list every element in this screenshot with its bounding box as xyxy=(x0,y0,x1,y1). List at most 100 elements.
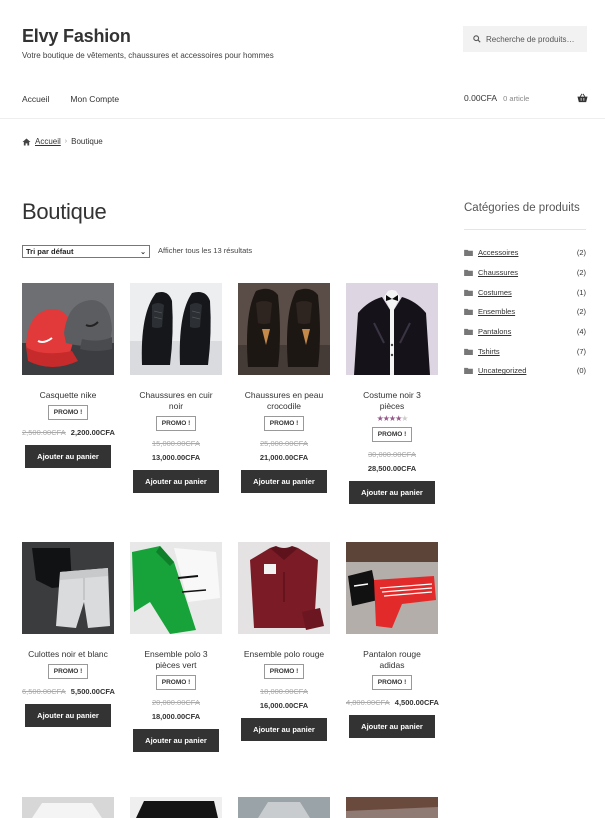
folder-icon xyxy=(464,309,473,316)
product-price: 18,000.00CFA 16,000.00CFA xyxy=(238,687,330,710)
add-to-cart-button[interactable]: Ajouter au panier xyxy=(241,470,327,493)
old-price: 6,500.00CFA xyxy=(22,687,66,696)
product-image[interactable] xyxy=(22,797,114,818)
cart-summary[interactable]: 0.00CFA 0 article xyxy=(464,93,588,103)
product-name[interactable]: Chaussures en cuir noir xyxy=(130,390,222,412)
product-image[interactable] xyxy=(130,283,222,375)
product-image[interactable] xyxy=(238,542,330,634)
product-price: 2,500.00CFA 2,200.00CFA xyxy=(22,428,115,437)
add-to-cart-button[interactable]: Ajouter au panier xyxy=(349,481,435,504)
sale-price: 5,500.00CFA xyxy=(70,687,115,696)
breadcrumb-home[interactable]: Accueil xyxy=(35,137,61,146)
add-to-cart-button[interactable]: Ajouter au panier xyxy=(241,718,327,741)
category-label[interactable]: Tshirts xyxy=(478,347,577,356)
category-count: (7) xyxy=(576,346,586,356)
product-name[interactable]: Pantalon rouge adidas xyxy=(346,649,438,671)
product-card: Chaussures en cuir noir PROMO ! 15,000.0… xyxy=(130,283,222,493)
sale-price: 28,500.00CFA xyxy=(367,464,417,473)
add-to-cart-button[interactable]: Ajouter au panier xyxy=(133,729,219,752)
category-count: (4) xyxy=(576,327,586,337)
product-name[interactable]: Ensemble polo rouge xyxy=(238,649,330,660)
folder-icon xyxy=(464,328,473,336)
product-image[interactable] xyxy=(238,283,330,375)
promo-badge: PROMO ! xyxy=(371,675,413,690)
category-label[interactable]: Uncategorized xyxy=(478,366,577,375)
sale-price: 21,000.00CFA xyxy=(259,453,309,462)
product-card: Pantalon rouge adidas PROMO ! 4,800.00CF… xyxy=(346,542,439,738)
product-card: Costume noir 3 pièces ★★★★★ PROMO ! 30,0… xyxy=(346,283,438,504)
sale-price: 13,000.00CFA xyxy=(151,453,201,462)
category-item[interactable]: Costumes (1) xyxy=(464,282,586,302)
category-item[interactable]: Ensembles (2) xyxy=(464,302,586,322)
product-price: 25,000.00CFA 21,000.00CFA xyxy=(238,439,330,462)
product-name[interactable]: Chaussures en peau crocodile xyxy=(238,390,330,412)
category-label[interactable]: Costumes xyxy=(478,288,577,297)
product-name[interactable]: Casquette nike xyxy=(22,390,114,401)
site-title[interactable]: Elvy Fashion xyxy=(22,26,131,47)
product-name[interactable]: Ensemble polo 3 pièces vert xyxy=(130,649,222,671)
promo-badge: PROMO ! xyxy=(263,664,305,679)
header-divider xyxy=(0,118,605,119)
promo-badge: PROMO ! xyxy=(47,405,89,420)
nav-item-mon-compte[interactable]: Mon Compte xyxy=(70,94,119,104)
page-title: Boutique xyxy=(22,199,107,224)
search-icon xyxy=(473,35,481,43)
category-item[interactable]: Pantalons (4) xyxy=(464,322,586,342)
old-price: 2,500.00CFA xyxy=(22,428,66,437)
product-image[interactable] xyxy=(346,283,438,375)
product-image[interactable] xyxy=(22,542,114,634)
category-item[interactable]: Tshirts (7) xyxy=(464,341,586,361)
category-label[interactable]: Pantalons xyxy=(478,327,577,336)
category-count: (1) xyxy=(576,287,586,297)
product-price: 15,000.00CFA 13,000.00CFA xyxy=(130,439,222,462)
product-price: 30,000.00CFA 28,500.00CFA xyxy=(346,450,438,473)
product-image[interactable] xyxy=(346,797,438,818)
old-price: 20,000.00CFA xyxy=(152,698,200,707)
basket-icon[interactable] xyxy=(577,93,588,103)
old-price: 30,000.00CFA xyxy=(368,450,416,459)
star-icon: ★ xyxy=(401,414,408,423)
add-to-cart-button[interactable]: Ajouter au panier xyxy=(25,445,111,468)
product-image[interactable] xyxy=(130,542,222,634)
product-price: 4,800.00CFA 4,500.00CFA xyxy=(346,698,439,707)
folder-icon xyxy=(464,348,473,355)
product-card: Chaussures en peau crocodile PROMO ! 25,… xyxy=(238,283,330,493)
breadcrumb: Accueil › Boutique xyxy=(22,137,103,146)
product-image[interactable] xyxy=(130,797,222,818)
home-icon xyxy=(22,137,31,146)
category-label[interactable]: Chaussures xyxy=(478,268,577,277)
star-icon: ★★★★ xyxy=(376,414,403,423)
search-input[interactable] xyxy=(486,34,581,44)
product-price: 6,500.00CFA 5,500.00CFA xyxy=(22,687,115,696)
add-to-cart-button[interactable]: Ajouter au panier xyxy=(349,715,435,738)
promo-badge: PROMO ! xyxy=(155,675,197,690)
sort-select[interactable]: Tri par défaut ⌄ xyxy=(22,245,150,258)
product-image[interactable] xyxy=(22,283,114,375)
category-count: (2) xyxy=(576,248,586,258)
old-price: 25,000.00CFA xyxy=(260,439,308,448)
old-price: 18,000.00CFA xyxy=(260,687,308,696)
product-image[interactable] xyxy=(238,797,330,818)
category-item[interactable]: Accessoires (2) xyxy=(464,243,586,263)
sort-selected: Tri par défaut xyxy=(26,247,74,256)
folder-icon xyxy=(464,368,473,375)
product-name[interactable]: Costume noir 3 pièces xyxy=(346,390,438,412)
category-item[interactable]: Uncategorized (0) xyxy=(464,361,586,381)
breadcrumb-current: Boutique xyxy=(71,137,103,146)
category-item[interactable]: Chaussures (2) xyxy=(464,263,586,283)
nav-item-accueil[interactable]: Accueil xyxy=(22,94,49,104)
product-image[interactable] xyxy=(346,542,438,634)
product-name[interactable]: Culottes noir et blanc xyxy=(22,649,114,660)
category-label[interactable]: Accessoires xyxy=(478,248,577,257)
search-box[interactable] xyxy=(463,26,587,52)
add-to-cart-button[interactable]: Ajouter au panier xyxy=(133,470,219,493)
product-card: Culottes noir et blanc PROMO ! 6,500.00C… xyxy=(22,542,115,727)
primary-nav: Accueil Mon Compte xyxy=(22,94,119,104)
site-description: Votre boutique de vêtements, chaussures … xyxy=(22,51,274,60)
category-label[interactable]: Ensembles xyxy=(478,307,577,316)
cart-amount: 0.00CFA xyxy=(464,93,498,103)
sidebar-divider xyxy=(464,229,586,230)
add-to-cart-button[interactable]: Ajouter au panier xyxy=(25,704,111,727)
promo-badge: PROMO ! xyxy=(155,416,197,431)
folder-icon xyxy=(464,250,473,257)
